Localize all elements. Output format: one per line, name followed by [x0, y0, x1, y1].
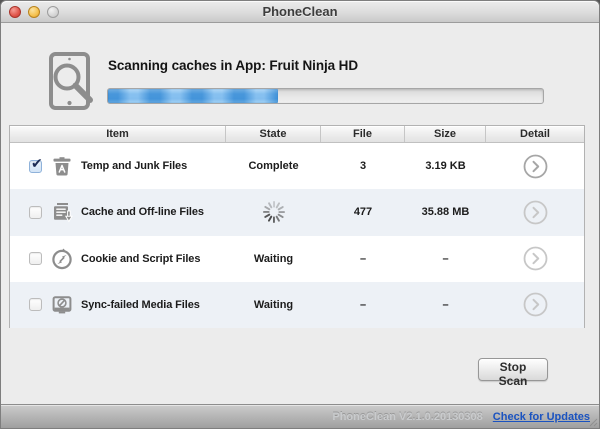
row-checkbox[interactable] — [29, 252, 42, 265]
item-label: Cookie and Script Files — [81, 253, 200, 265]
column-header-size[interactable]: Size — [405, 126, 486, 142]
device-scan-icon — [47, 50, 99, 112]
item-label: Sync-failed Media Files — [81, 299, 200, 311]
table-row-cache-offline[interactable]: Cache and Off-line Files — [10, 189, 584, 235]
detail-button[interactable] — [523, 154, 548, 179]
sync-failed-media-icon — [50, 293, 74, 317]
compass-icon — [50, 247, 74, 271]
table-row-temp-junk[interactable]: Temp and Junk Files Complete 3 3.19 KB — [10, 143, 584, 189]
detail-button[interactable] — [523, 292, 548, 317]
trash-app-icon — [50, 154, 74, 178]
row-checkbox[interactable] — [29, 206, 42, 219]
scan-progress-fill — [108, 89, 278, 103]
row-checkbox[interactable] — [29, 160, 42, 173]
column-header-file[interactable]: File — [321, 126, 405, 142]
state-cell: Waiting — [226, 253, 321, 265]
status-footer: PhoneClean V2.1.0.20130308 Check for Upd… — [1, 404, 599, 428]
window-title: PhoneClean — [1, 1, 599, 23]
column-header-state[interactable]: State — [226, 126, 321, 142]
scan-progress-bar — [107, 88, 544, 104]
file-count-cell: – — [321, 299, 405, 311]
scan-status-heading: Scanning caches in App: Fruit Ninja HD — [108, 58, 358, 73]
table-header: Item State File Size Detail — [10, 126, 584, 143]
row-checkbox[interactable] — [29, 298, 42, 311]
detail-button[interactable] — [523, 246, 548, 271]
column-header-item[interactable]: Item — [10, 126, 226, 142]
check-for-updates-link[interactable]: Check for Updates — [493, 411, 590, 423]
state-cell-spinner — [226, 199, 321, 225]
size-cell: – — [405, 299, 486, 311]
phoneclean-window: PhoneClean Scanning caches in App: Fruit… — [0, 0, 600, 429]
size-cell: – — [405, 253, 486, 265]
table-row-cookie-script[interactable]: Cookie and Script Files Waiting – – — [10, 236, 584, 282]
size-cell: 35.88 MB — [405, 206, 486, 218]
file-count-cell: – — [321, 253, 405, 265]
file-count-cell: 477 — [321, 206, 405, 218]
item-label: Cache and Off-line Files — [81, 206, 204, 218]
stop-scan-button[interactable]: Stop Scan — [478, 358, 548, 381]
file-count-cell: 3 — [321, 160, 405, 172]
spinner-icon — [261, 199, 287, 225]
state-cell: Complete — [226, 160, 321, 172]
titlebar[interactable]: PhoneClean — [1, 1, 599, 23]
column-header-detail[interactable]: Detail — [486, 126, 584, 142]
state-cell: Waiting — [226, 299, 321, 311]
scan-results-table: Item State File Size Detail Temp and Jun… — [9, 125, 585, 328]
table-row-sync-failed[interactable]: Sync-failed Media Files Waiting – – — [10, 282, 584, 328]
item-label: Temp and Junk Files — [81, 160, 187, 172]
version-text: PhoneClean V2.1.0.20130308 — [332, 411, 482, 423]
cache-files-icon — [50, 200, 74, 224]
size-cell: 3.19 KB — [405, 160, 486, 172]
resize-grip[interactable] — [587, 416, 598, 427]
detail-button[interactable] — [523, 200, 548, 225]
